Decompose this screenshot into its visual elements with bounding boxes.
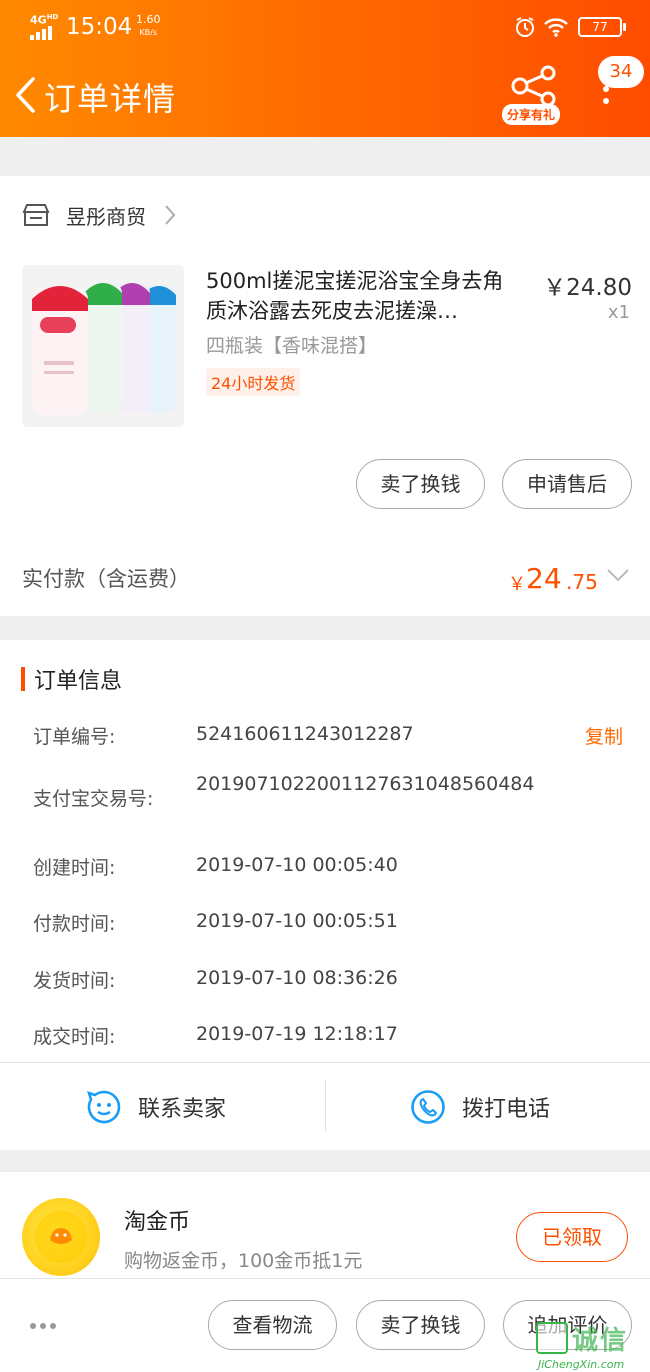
app-header: 4GHD 15:04 1.60 KB/s 77 订单详情 分享有礼 34 <box>0 0 650 137</box>
back-arrow-icon[interactable] <box>14 76 36 114</box>
shipped-time-value: 2019-07-10 08:36:26 <box>196 967 398 989</box>
payment-label: 实付款（含运费） <box>22 567 190 591</box>
shipped-time-label: 发货时间: <box>33 970 116 992</box>
shipping-tag: 24小时发货 <box>206 368 301 396</box>
signal-icon <box>30 24 52 40</box>
product-thumbnail[interactable] <box>22 265 184 427</box>
site-watermark: 诚信 JiChengXin.com <box>532 1320 650 1372</box>
product-image <box>22 265 184 427</box>
completed-time-value: 2019-07-19 12:18:17 <box>196 1023 398 1045</box>
bottom-sell-for-cash-button[interactable]: 卖了换钱 <box>356 1300 485 1350</box>
view-logistics-button[interactable]: 查看物流 <box>208 1300 337 1350</box>
chevron-right-icon <box>165 205 176 225</box>
more-menu-icon[interactable] <box>600 86 612 112</box>
battery-icon: 77 <box>578 17 626 37</box>
share-gift-label: 分享有礼 <box>502 104 561 125</box>
paid-time-label: 付款时间: <box>33 913 116 935</box>
divider-vertical <box>325 1080 326 1132</box>
section-accent-bar <box>21 667 25 691</box>
store-icon <box>22 204 50 226</box>
net-speed: 1.60 KB/s <box>136 13 161 38</box>
copy-order-number-button[interactable]: 复制 <box>585 722 623 749</box>
order-info-card <box>0 640 650 1150</box>
completed-time-label: 成交时间: <box>33 1026 116 1048</box>
shop-link[interactable]: 昱彤商贸 <box>22 200 176 230</box>
message-badge[interactable]: 34 <box>598 56 644 88</box>
paid-time-value: 2019-07-10 00:05:51 <box>196 910 398 932</box>
product-quantity: x1 <box>607 302 630 323</box>
contact-seller-button[interactable]: 联系卖家 <box>86 1085 226 1129</box>
product-price: ￥24.80 <box>543 275 632 301</box>
more-actions-icon[interactable] <box>30 1323 56 1329</box>
chevron-down-icon[interactable] <box>606 568 630 582</box>
call-phone-label: 拨打电话 <box>462 1097 551 1122</box>
alarm-icon <box>516 17 534 37</box>
shop-name: 昱彤商贸 <box>66 204 146 229</box>
alipay-trade-label: 支付宝交易号: <box>33 788 154 810</box>
sell-for-cash-button[interactable]: 卖了换钱 <box>356 459 485 509</box>
contact-seller-label: 联系卖家 <box>138 1097 227 1122</box>
page-title: 订单详情 <box>44 80 177 118</box>
created-time-label: 创建时间: <box>33 857 116 879</box>
order-info-title: 订单信息 <box>34 669 123 694</box>
coins-subtitle: 购物返金币，100金币抵1元 <box>124 1250 363 1272</box>
phone-icon <box>411 1090 445 1124</box>
coins-claimed-button[interactable]: 已领取 <box>516 1212 628 1262</box>
clock: 15:04 <box>66 14 133 40</box>
call-phone-button[interactable]: 拨打电话 <box>410 1085 550 1129</box>
product-title[interactable]: 500ml搓泥宝搓泥浴宝全身去角质沐浴露去死皮去泥搓澡… <box>206 266 516 326</box>
product-sku: 四瓶装【香味混搭】 <box>206 335 378 357</box>
chat-face-icon <box>87 1090 121 1124</box>
status-bar: 4GHD 15:04 1.60 KB/s 77 <box>0 8 650 44</box>
watermark-logo-icon <box>536 1322 568 1354</box>
gold-coin-icon <box>22 1198 100 1276</box>
coins-title: 淘金币 <box>124 1210 191 1235</box>
created-time-value: 2019-07-10 00:05:40 <box>196 854 398 876</box>
alipay-trade-value: 2019071022001127631048560484 <box>196 773 535 795</box>
share-icon <box>511 65 556 106</box>
order-number-label: 订单编号: <box>33 726 116 748</box>
order-number-value: 524160611243012287 <box>196 723 414 745</box>
wifi-icon <box>544 18 568 37</box>
watermark-text: 诚信 <box>572 1326 629 1356</box>
divider <box>0 1062 650 1063</box>
payment-amount-int: 24 <box>526 562 562 595</box>
share-gift-button[interactable]: 分享有礼 <box>500 64 566 126</box>
payment-currency: ￥ <box>508 574 526 595</box>
watermark-url: JiChengXin.com <box>538 1358 625 1371</box>
request-after-sale-button[interactable]: 申请售后 <box>502 459 632 509</box>
payment-amount-dec: .75 <box>566 570 598 594</box>
